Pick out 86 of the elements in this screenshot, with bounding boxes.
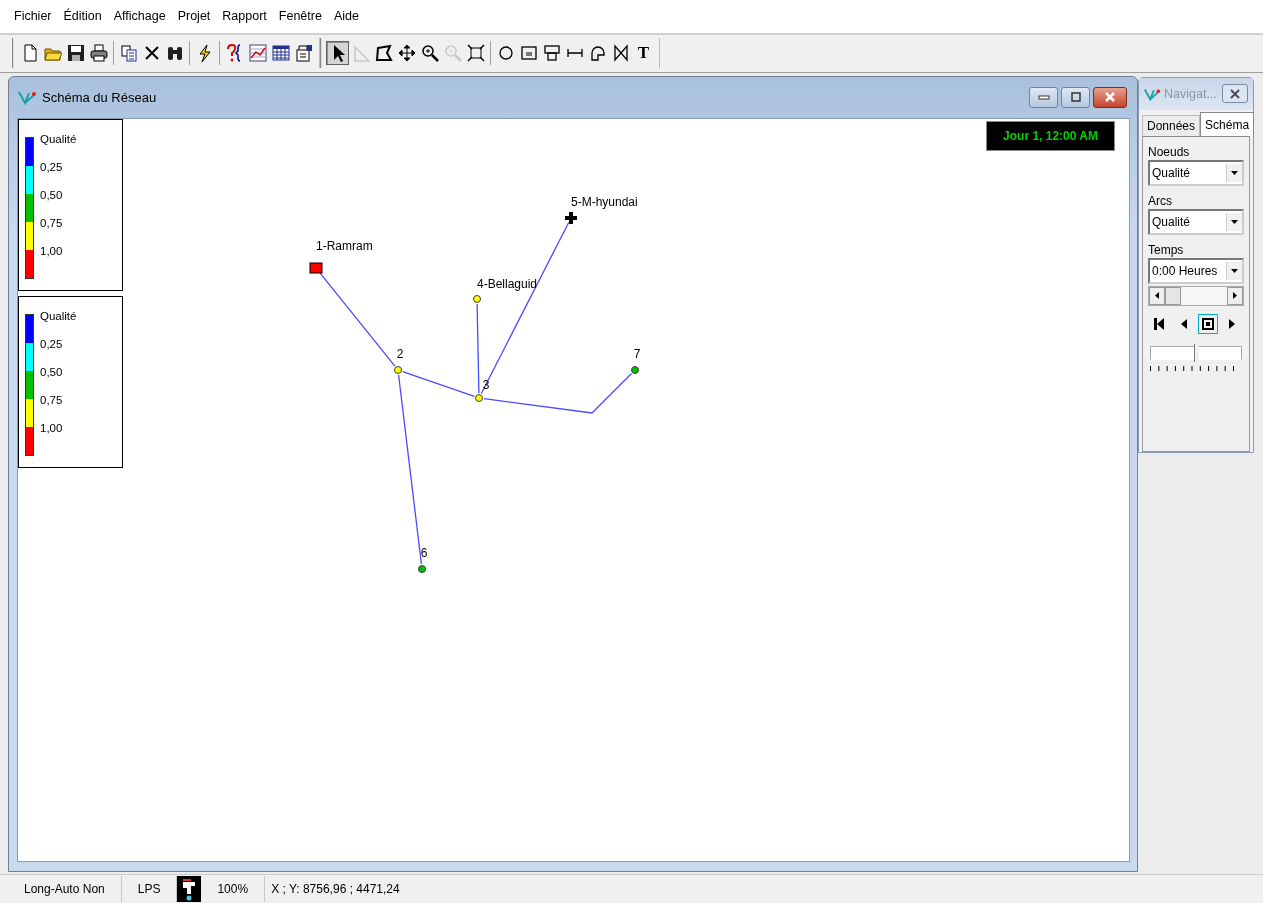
binoculars-icon bbox=[165, 44, 184, 63]
tab[interactable]: Schéma bbox=[1200, 111, 1255, 137]
field-label: Temps bbox=[1148, 242, 1185, 257]
pipe-line[interactable] bbox=[402, 370, 475, 397]
reservoir-icon bbox=[519, 44, 538, 63]
tab[interactable]: Données bbox=[1142, 114, 1201, 136]
legend-title: Qualité bbox=[40, 308, 77, 324]
menu-item[interactable]: Fichier bbox=[8, 9, 58, 24]
close-button[interactable] bbox=[1093, 86, 1127, 108]
polygon-icon bbox=[374, 44, 393, 63]
status-text: 100% bbox=[201, 876, 266, 903]
playback-button[interactable] bbox=[1198, 313, 1218, 334]
legend-label: 0,25 bbox=[40, 159, 64, 175]
minimize-icon bbox=[1037, 93, 1050, 102]
node-label: 4-Bellaguid bbox=[477, 276, 538, 291]
junction-node[interactable] bbox=[631, 365, 639, 374]
restore-icon bbox=[1070, 92, 1081, 103]
chart-icon bbox=[248, 44, 267, 63]
settings-icon bbox=[294, 44, 313, 63]
dropdown[interactable]: Qualité bbox=[1148, 159, 1244, 186]
window-title: Schéma du Réseau bbox=[42, 89, 157, 105]
tank-icon bbox=[542, 44, 561, 63]
dropdown[interactable]: 0:00 Heures bbox=[1148, 257, 1244, 284]
field-label: Arcs bbox=[1148, 193, 1173, 208]
time-display: Jour 1, 12:00 AM bbox=[986, 120, 1115, 151]
valve-icon bbox=[611, 44, 630, 63]
menu-item[interactable]: Projet bbox=[171, 9, 217, 24]
text-tool-button[interactable]: T bbox=[632, 41, 655, 66]
node-label: 5-M-hyundai bbox=[571, 194, 638, 209]
menu-item[interactable]: Fenêtre bbox=[272, 9, 328, 24]
reservoir-node[interactable] bbox=[565, 211, 577, 224]
node-label: 2 bbox=[396, 346, 404, 361]
stop-icon bbox=[1200, 315, 1216, 332]
field-label: Noeuds bbox=[1148, 144, 1191, 159]
legend-label: 1,00 bbox=[40, 243, 64, 259]
zoom-in-icon bbox=[420, 44, 439, 63]
legend-label: 0,25 bbox=[40, 336, 64, 352]
menu-item[interactable]: Édition bbox=[57, 9, 108, 24]
minimize-button[interactable] bbox=[1029, 86, 1058, 108]
node-label: 7 bbox=[633, 346, 641, 361]
menu-item[interactable]: Aide bbox=[327, 9, 365, 24]
junction-node[interactable] bbox=[475, 393, 483, 402]
maximize-button[interactable] bbox=[1061, 86, 1090, 108]
status-text: Long-Auto Non bbox=[8, 876, 122, 903]
panel-title: Navigat... bbox=[1164, 86, 1217, 101]
menu-item[interactable]: Rapport bbox=[216, 9, 273, 24]
close-icon bbox=[1104, 92, 1116, 103]
legend-title: Qualité bbox=[40, 131, 77, 147]
close-icon bbox=[1230, 88, 1240, 99]
printer-icon bbox=[89, 44, 108, 63]
faucet-icon bbox=[177, 876, 202, 903]
scrollbar[interactable] bbox=[1148, 285, 1244, 306]
toolbar-button[interactable] bbox=[326, 41, 349, 66]
scroll-thumb[interactable] bbox=[1165, 286, 1181, 305]
left-arrow-icon bbox=[1155, 292, 1159, 300]
junction-node[interactable] bbox=[418, 564, 426, 573]
copy-icon bbox=[119, 44, 138, 63]
table-icon bbox=[271, 44, 290, 63]
pipe-line[interactable] bbox=[397, 374, 423, 565]
junction-node[interactable] bbox=[394, 365, 402, 374]
move-icon bbox=[397, 44, 416, 63]
pump-icon bbox=[588, 44, 607, 63]
legend-label: 0,75 bbox=[40, 392, 64, 408]
close-button[interactable] bbox=[1222, 84, 1248, 104]
circle-icon bbox=[496, 44, 515, 63]
status-text: X ; Y: 8756,96 ; 4471,24 bbox=[270, 881, 401, 899]
junction-node[interactable] bbox=[473, 294, 481, 303]
caret-icon bbox=[1231, 219, 1238, 224]
right-arrow-icon bbox=[1233, 292, 1237, 300]
tank-node[interactable] bbox=[309, 262, 323, 274]
legend-label: 0,75 bbox=[40, 215, 64, 231]
caret-icon bbox=[1231, 268, 1238, 273]
caret-icon bbox=[1231, 170, 1238, 175]
legend-label: 1,00 bbox=[40, 420, 64, 436]
legend-label: 0,50 bbox=[40, 364, 64, 380]
legend-label: 0,50 bbox=[40, 187, 64, 203]
dropdown[interactable]: Qualité bbox=[1148, 208, 1244, 235]
zoom-out-icon bbox=[443, 44, 462, 63]
node-label: 1-Ramram bbox=[316, 238, 373, 253]
pipe-line[interactable] bbox=[483, 372, 633, 414]
full-extent-icon bbox=[466, 44, 485, 63]
pipe-line[interactable] bbox=[476, 303, 480, 394]
menu-item[interactable]: Affichage bbox=[107, 9, 172, 24]
vertex-icon bbox=[351, 44, 370, 63]
node-label: 6 bbox=[420, 545, 428, 560]
network-logo-icon bbox=[17, 89, 37, 106]
